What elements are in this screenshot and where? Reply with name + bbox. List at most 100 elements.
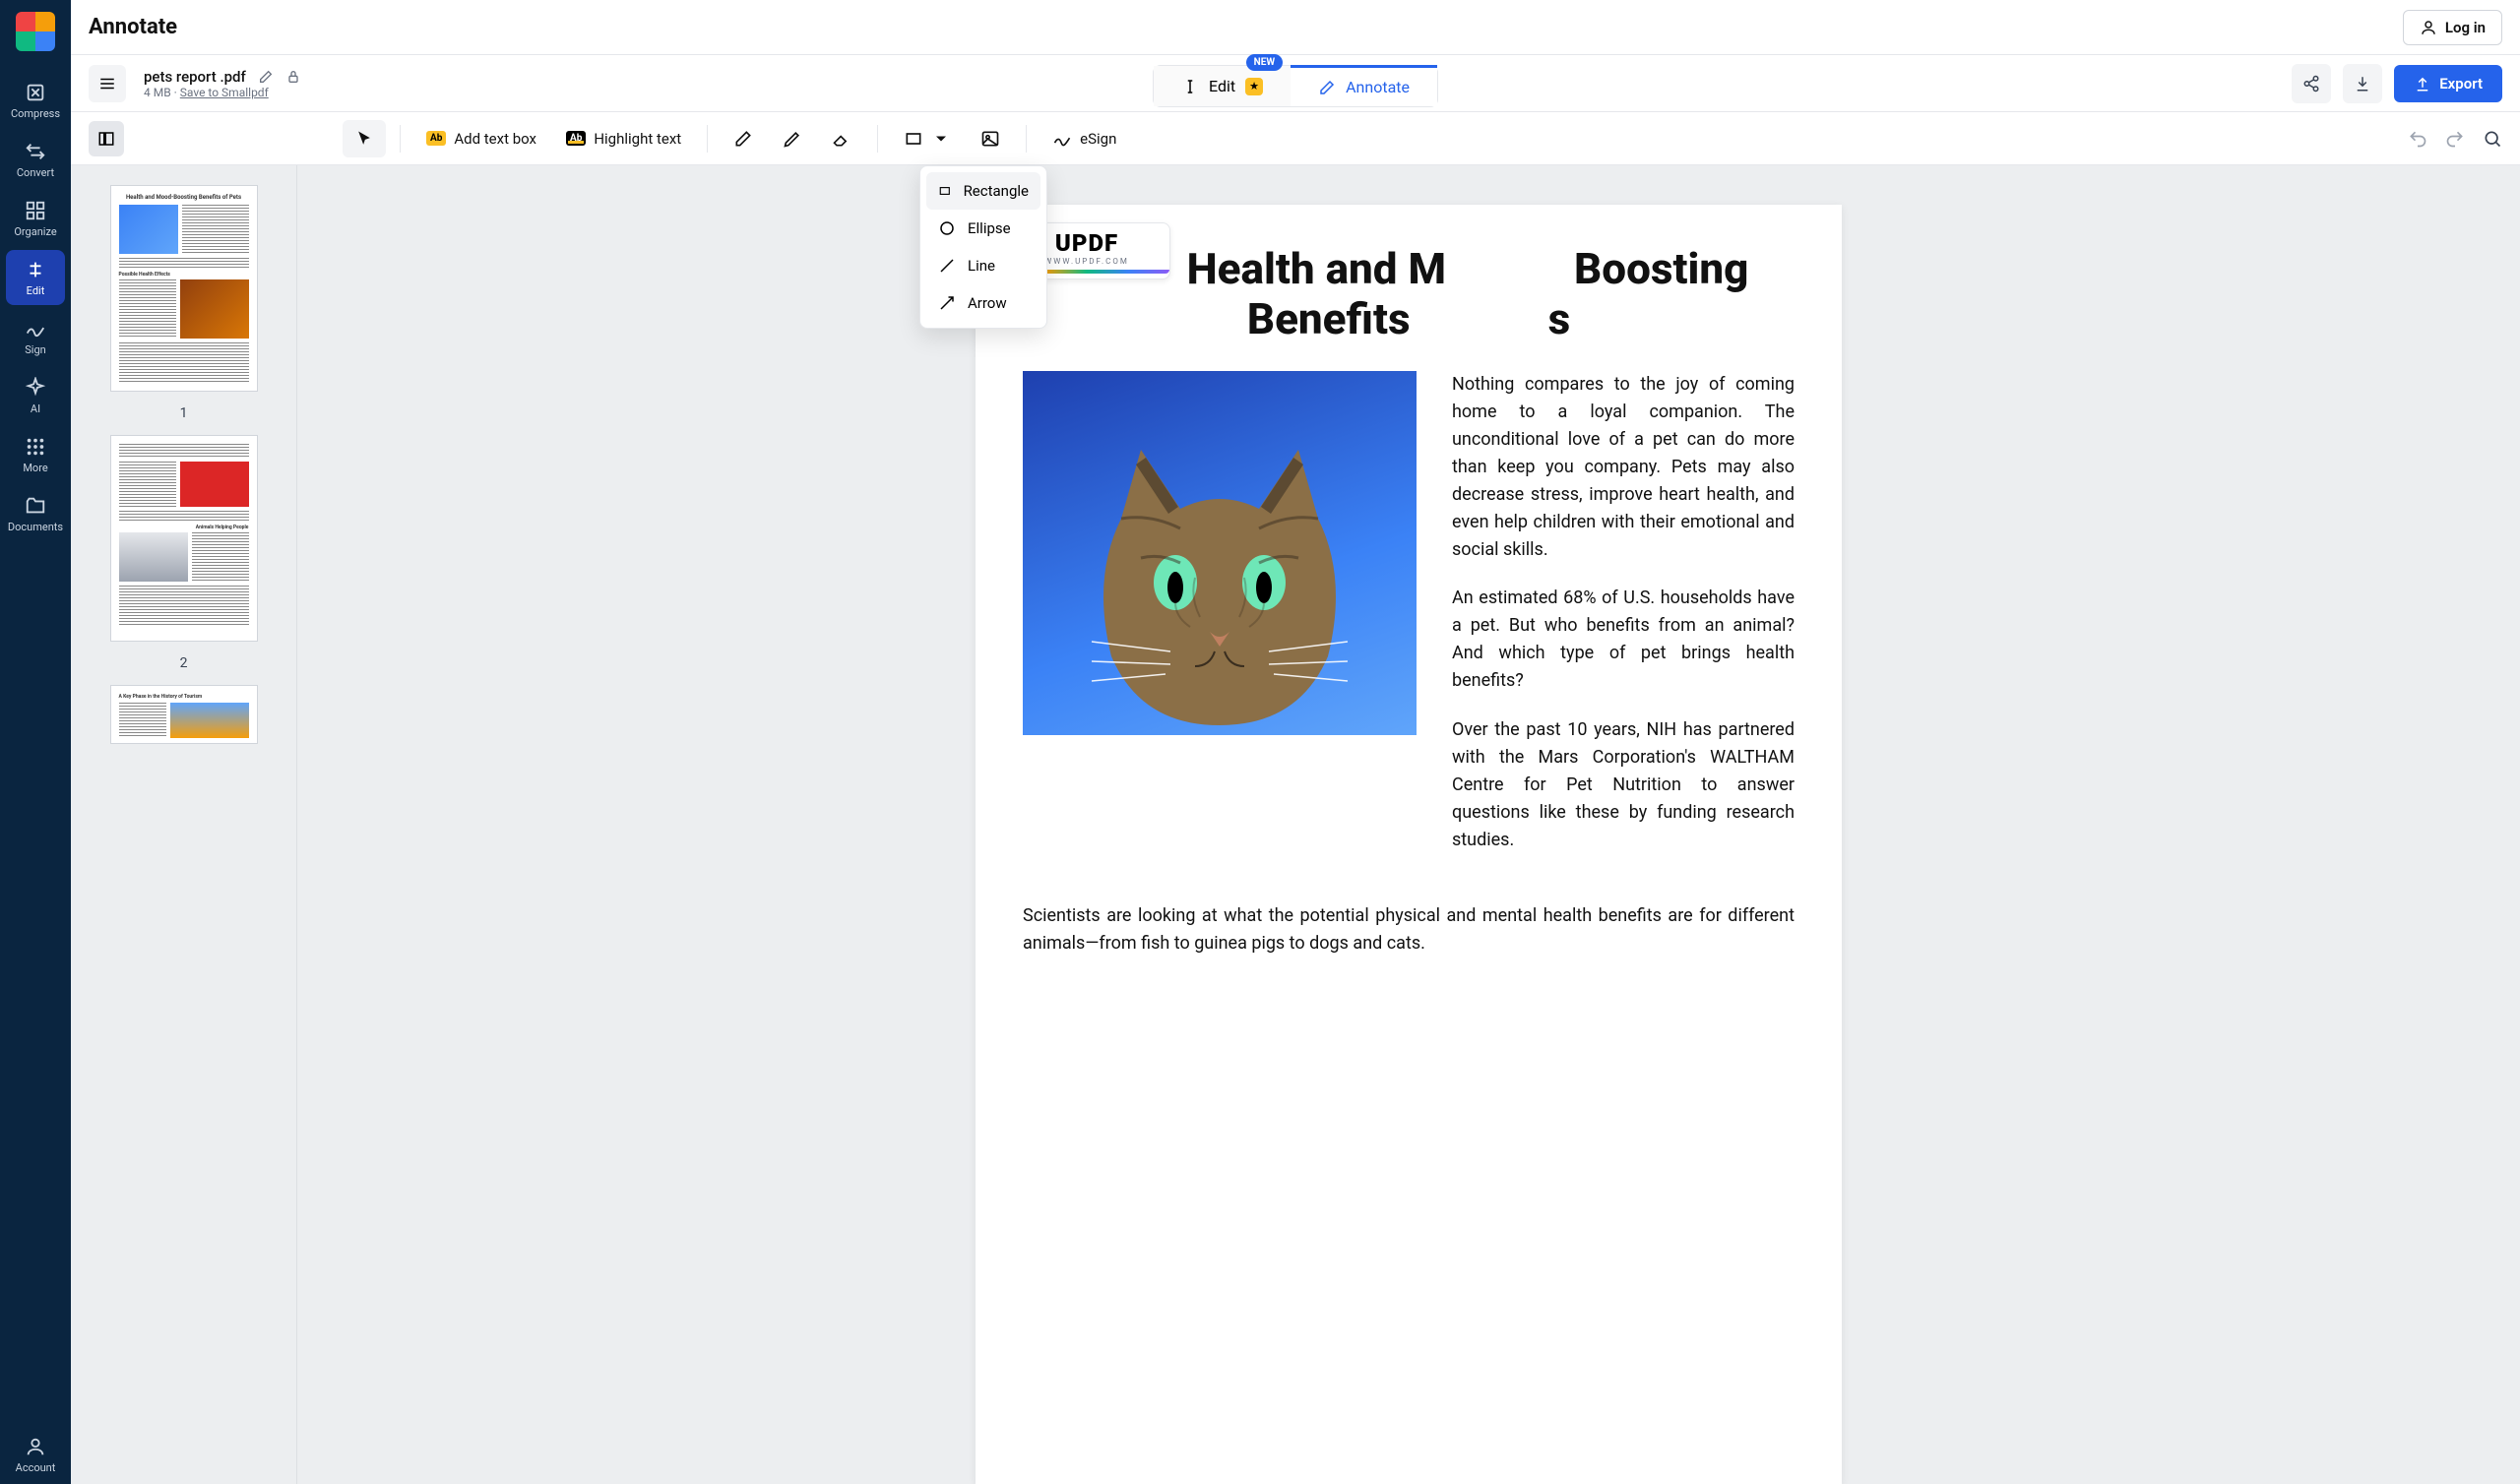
document-image [1023, 371, 1417, 735]
thumbnail-page-2[interactable]: Animals Helping People [110, 435, 258, 642]
shape-rectangle[interactable]: Rectangle [926, 172, 1040, 210]
thumbnail-page-3[interactable]: A Key Phase in the History of Tourism [110, 685, 258, 744]
share-button[interactable] [2292, 64, 2331, 103]
paragraph: Nothing compares to the joy of coming ho… [1452, 371, 1795, 563]
shape-dropdown: Rectangle Ellipse Line Arrow [919, 165, 1047, 329]
eraser-tool[interactable] [820, 120, 863, 157]
user-icon [2420, 19, 2437, 36]
highlight-tool[interactable]: Ab Highlight text [554, 120, 693, 157]
pencil-icon [1318, 79, 1336, 96]
add-text-tool[interactable]: Ab Add text box [414, 120, 548, 157]
download-icon [2354, 75, 2371, 93]
mode-tabs: Edit ★ NEW Annotate [1153, 65, 1438, 107]
nav-label: Edit [27, 284, 45, 297]
document-canvas[interactable]: UPDF WWW.UPDF.COM Health and MBoosting B… [297, 165, 2520, 1484]
text-box-icon: Ab [426, 131, 446, 146]
hamburger-icon [98, 75, 116, 93]
shape-tool[interactable] [892, 120, 963, 157]
nav-label: More [23, 462, 47, 474]
brand-logo[interactable] [16, 12, 55, 51]
highlight-icon: Ab [566, 131, 586, 146]
sidebar-icon [97, 130, 115, 148]
undo-button[interactable] [2408, 129, 2427, 149]
shape-label: Line [968, 257, 995, 275]
nav-label: Organize [14, 225, 56, 238]
paragraph: Over the past 10 years, NIH has partnere… [1452, 716, 1795, 853]
marker-tool[interactable] [771, 120, 814, 157]
nav-account[interactable]: Account [6, 1427, 65, 1482]
rename-icon[interactable] [258, 69, 274, 85]
marker-icon [783, 129, 802, 149]
nav-compress[interactable]: Compress [6, 73, 65, 128]
eraser-icon [832, 129, 851, 149]
shape-line[interactable]: Line [926, 247, 1040, 284]
cursor-tool[interactable] [343, 120, 386, 157]
nav-organize[interactable]: Organize [6, 191, 65, 246]
watermark-text: UPDF [1055, 229, 1118, 257]
paragraph: An estimated 68% of U.S. households have… [1452, 585, 1795, 695]
lock-icon[interactable] [285, 69, 301, 85]
paragraph: Scientists are looking at what the poten… [1023, 902, 1795, 958]
nav-label: Convert [17, 166, 54, 179]
watermark-url: WWW.UPDF.COM [1044, 257, 1129, 266]
cursor-icon [354, 129, 374, 149]
search-button[interactable] [2483, 129, 2502, 149]
tab-edit[interactable]: Edit ★ NEW [1154, 66, 1291, 106]
tab-label: Annotate [1346, 78, 1410, 96]
nav-documents[interactable]: Documents [6, 486, 65, 541]
shape-label: Rectangle [964, 182, 1029, 200]
export-button[interactable]: Export [2394, 65, 2502, 102]
login-button[interactable]: Log in [2403, 10, 2502, 45]
export-label: Export [2439, 75, 2483, 93]
menu-button[interactable] [89, 65, 126, 102]
cat-illustration [1062, 420, 1377, 735]
rectangle-icon [904, 129, 923, 149]
thumb-number: 2 [180, 655, 188, 671]
thumbnails-toggle[interactable] [89, 121, 124, 156]
shape-arrow[interactable]: Arrow [926, 284, 1040, 322]
nav-label: AI [31, 402, 40, 415]
page-title: Annotate [89, 15, 177, 39]
thumb-number: 1 [180, 405, 188, 421]
nav-sign[interactable]: Sign [6, 309, 65, 364]
new-badge: NEW [1246, 54, 1283, 71]
tab-label: Edit [1209, 77, 1235, 95]
nav-convert[interactable]: Convert [6, 132, 65, 187]
chevron-down-icon [931, 129, 951, 149]
nav-more[interactable]: More [6, 427, 65, 482]
star-icon: ★ [1245, 78, 1263, 95]
tool-label: Highlight text [594, 130, 681, 148]
annotate-toolbar: Ab Add text box Ab Highlight text [71, 112, 2520, 165]
shape-ellipse[interactable]: Ellipse [926, 210, 1040, 247]
image-tool[interactable] [969, 120, 1012, 157]
tab-annotate[interactable]: Annotate [1291, 65, 1437, 106]
signature-icon [1052, 129, 1072, 149]
shape-label: Ellipse [968, 219, 1011, 237]
arrow-icon [938, 294, 956, 312]
redo-button[interactable] [2445, 129, 2465, 149]
nav-ai[interactable]: AI [6, 368, 65, 423]
nav-label: Account [16, 1461, 56, 1474]
pen-tool[interactable] [722, 120, 765, 157]
rectangle-icon [938, 182, 952, 200]
thumbnail-panel: Health and Mood-Boosting Benefits of Pet… [71, 165, 297, 1484]
nav-label: Documents [8, 521, 63, 533]
shape-label: Arrow [968, 294, 1007, 312]
filebar: pets report .pdf 4 MB · Save to Smallpdf… [71, 55, 2520, 112]
nav-edit[interactable]: Edit [6, 250, 65, 305]
image-icon [980, 129, 1000, 149]
thumbnail-page-1[interactable]: Health and Mood-Boosting Benefits of Pet… [110, 185, 258, 392]
download-button[interactable] [2343, 64, 2382, 103]
nav-rail: Compress Convert Organize Edit Sign AI M… [0, 0, 71, 1484]
share-icon [2302, 75, 2320, 93]
header: Annotate Log in [71, 0, 2520, 55]
tool-label: Add text box [454, 130, 536, 148]
ellipse-icon [938, 219, 956, 237]
line-icon [938, 257, 956, 275]
save-link[interactable]: Save to Smallpdf [180, 86, 269, 99]
document-text-column: Nothing compares to the joy of coming ho… [1452, 371, 1795, 875]
esign-tool[interactable]: eSign [1040, 120, 1128, 157]
login-label: Log in [2445, 19, 2486, 36]
document-page: UPDF WWW.UPDF.COM Health and MBoosting B… [976, 205, 1842, 1484]
export-icon [2414, 75, 2431, 93]
